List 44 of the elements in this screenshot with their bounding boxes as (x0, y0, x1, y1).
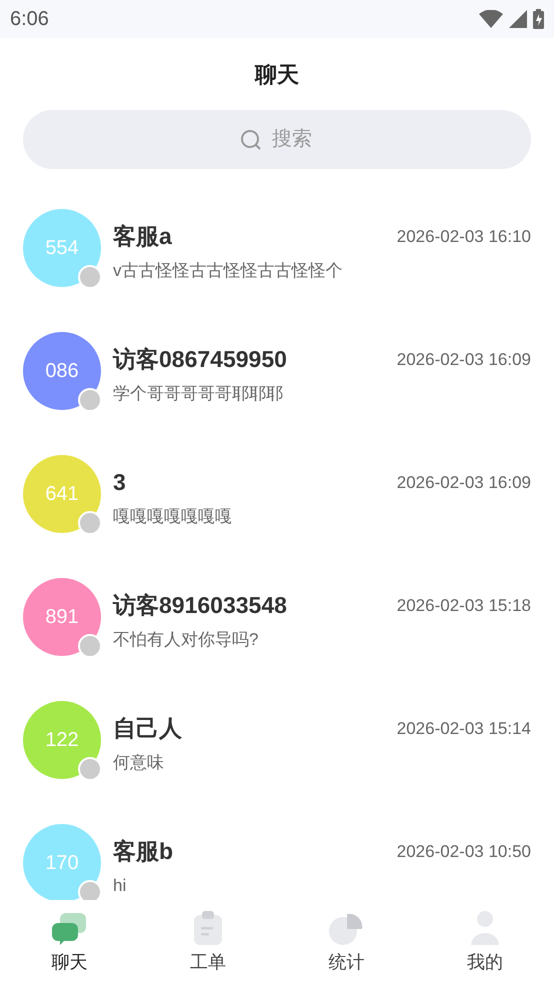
chat-row[interactable]: 891 访客8916033548 2026-02-03 15:18 不怕有人对你导吗? (0, 578, 554, 701)
message-time: 2026-02-03 15:14 (396, 718, 531, 740)
chat-row[interactable]: 122 自己人 2026-02-03 15:14 何意味 (0, 701, 554, 824)
status-time: 6:06 (10, 7, 49, 32)
wifi-icon (479, 10, 503, 28)
avatar: 641 (23, 455, 101, 533)
nav-tab[interactable]: 聊天 (0, 900, 138, 984)
page-title: 聊天 (255, 60, 299, 88)
chat-row[interactable]: 641 3 2026-02-03 16:09 嘎嘎嘎嘎嘎嘎嘎 (0, 455, 554, 578)
search-field[interactable]: 搜索 (23, 110, 531, 169)
pie-chart-icon (329, 912, 364, 944)
chat-row[interactable]: 170 客服b 2026-02-03 10:50 hi (0, 824, 554, 900)
message-time: 2026-02-03 15:18 (396, 594, 531, 616)
contact-name: 自己人 (113, 714, 182, 743)
chat-row[interactable]: 554 客服a 2026-02-03 16:10 v古古怪怪古古怪怪古古怪怪个 (0, 209, 554, 332)
avatar: 554 (23, 209, 101, 287)
contact-name: 客服b (113, 837, 174, 866)
clipboard-icon (194, 910, 222, 944)
message-preview: 学个哥哥哥哥哥耶耶耶 (113, 382, 284, 404)
search-icon (240, 129, 262, 151)
avatar: 122 (23, 701, 101, 779)
message-time: 2026-02-03 16:10 (396, 226, 531, 248)
message-time: 2026-02-03 10:50 (396, 840, 531, 862)
contact-name: 访客8916033548 (113, 591, 287, 620)
chat-row[interactable]: 086 访客0867459950 2026-02-03 16:09 学个哥哥哥哥哥耶耶耶 (0, 332, 554, 455)
nav-tab[interactable]: 统计 (277, 900, 416, 984)
nav-tab[interactable]: 工单 (138, 900, 277, 984)
nav-tab[interactable]: 我的 (416, 900, 554, 984)
chat-bubbles-icon (52, 912, 86, 944)
battery-icon (533, 9, 544, 29)
avatar: 170 (23, 824, 101, 900)
message-preview: 嘎嘎嘎嘎嘎嘎嘎 (113, 506, 233, 528)
message-time: 2026-02-03 16:09 (396, 472, 531, 494)
contact-name: 3 (113, 468, 126, 497)
avatar: 891 (23, 578, 101, 656)
message-preview: 何意味 (113, 752, 165, 774)
message-preview: 不怕有人对你导吗? (113, 628, 260, 650)
signal-icon (509, 10, 527, 28)
contact-name: 客服a (113, 222, 172, 251)
avatar: 086 (23, 332, 101, 410)
message-preview: v古古怪怪古古怪怪古古怪怪个 (113, 260, 344, 282)
message-preview: hi (113, 874, 128, 896)
message-time: 2026-02-03 16:09 (396, 348, 531, 370)
contact-name: 访客0867459950 (113, 345, 287, 374)
